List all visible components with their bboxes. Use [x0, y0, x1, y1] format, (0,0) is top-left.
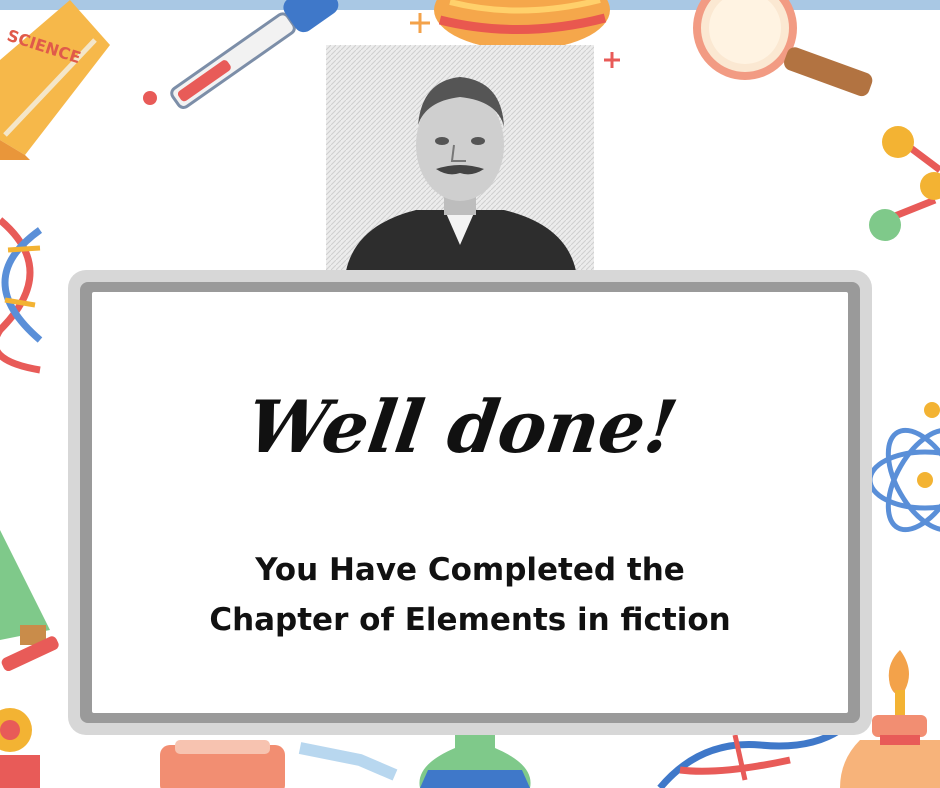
- science-book-icon: SCIENCE: [0, 0, 110, 160]
- whiteboard: [68, 270, 872, 735]
- completion-message: You Have Completed the Chapter of Elemen…: [150, 545, 790, 645]
- portrait-image: [326, 45, 594, 271]
- dropper-icon: [170, 0, 339, 109]
- atom-icon: [867, 427, 940, 533]
- message-line-2: Chapter of Elements in fiction: [209, 602, 731, 638]
- planet-icon: [434, 0, 610, 50]
- molecule-icon: [869, 126, 940, 241]
- microscope-icon: [0, 530, 59, 788]
- whiteboard-surface: [92, 292, 848, 713]
- headline-text: Well done!: [242, 385, 683, 470]
- dna-icon: [0, 217, 43, 374]
- dna-icon: [657, 727, 842, 788]
- message-line-1: You Have Completed the: [255, 552, 685, 588]
- beaker-icon: [419, 730, 531, 788]
- well-done-headline: Well done!: [242, 385, 683, 470]
- flask-icon: [160, 740, 398, 788]
- magnifier-icon: [693, 0, 873, 97]
